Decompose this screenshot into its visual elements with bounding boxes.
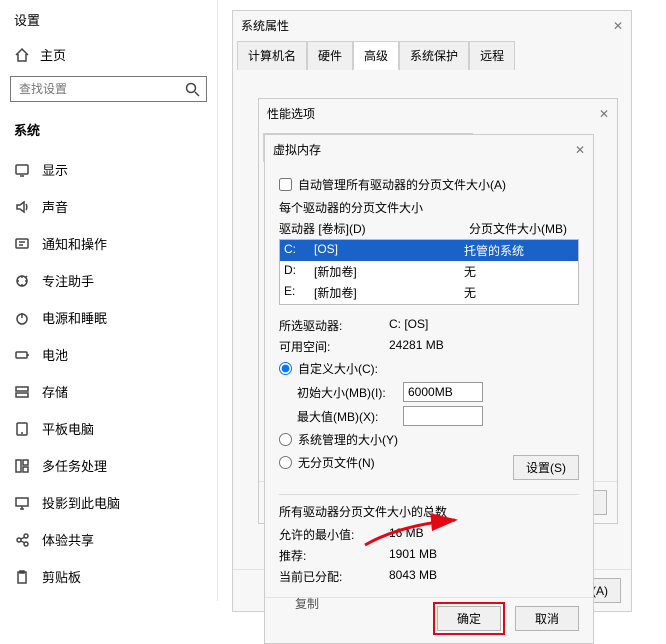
battery-icon (14, 347, 30, 363)
sidebar-item-share[interactable]: 体验共享 (10, 521, 207, 558)
drive-row[interactable]: E:[新加卷]无 (280, 282, 578, 303)
auto-manage-checkbox-row[interactable]: 自动管理所有驱动器的分页文件大小(A) (279, 172, 579, 199)
max-size-input[interactable] (403, 406, 483, 426)
free-space-value: 24281 MB (389, 338, 444, 355)
drive-row[interactable]: D:[新加卷]无 (280, 261, 578, 282)
sysprops-title: 系统属性 (241, 17, 289, 34)
auto-manage-checkbox[interactable] (279, 178, 292, 191)
min-allowed-value: 16 MB (389, 526, 424, 543)
initial-size-label: 初始大小(MB)(I): (297, 384, 397, 401)
radio-system-managed[interactable]: 系统管理的大小(Y) (279, 428, 579, 451)
initial-size-input[interactable] (403, 382, 483, 402)
sidebar-item-power[interactable]: 电源和睡眠 (10, 299, 207, 336)
search-icon (184, 81, 200, 97)
tablet-icon (14, 421, 30, 437)
sidebar-item-battery[interactable]: 电池 (10, 336, 207, 373)
tab-2[interactable]: 高级 (353, 41, 399, 70)
sound-icon (14, 199, 30, 215)
drive-list-header: 驱动器 [卷标](D) 分页文件大小(MB) (279, 218, 579, 239)
focus-icon (14, 273, 30, 289)
sidebar-item-label: 平板电脑 (42, 419, 94, 438)
sidebar-item-storage[interactable]: 存储 (10, 373, 207, 410)
max-size-label: 最大值(MB)(X): (297, 408, 397, 425)
close-icon[interactable]: ✕ (599, 107, 609, 121)
tab-1[interactable]: 硬件 (307, 41, 353, 70)
sidebar-item-label: 剪贴板 (42, 567, 81, 586)
sidebar-item-multitask[interactable]: 多任务处理 (10, 447, 207, 484)
settings-search[interactable] (10, 76, 207, 102)
sidebar-item-remote[interactable]: 远程桌面 (10, 595, 207, 601)
totals-caption: 所有驱动器分页文件大小的总数 (279, 501, 579, 524)
sidebar-item-label: 电源和睡眠 (42, 308, 107, 327)
clipboard-icon (14, 569, 30, 585)
radio-custom-input[interactable] (279, 362, 292, 375)
close-icon[interactable]: ✕ (613, 19, 623, 33)
tab-4[interactable]: 远程 (469, 41, 515, 70)
vmem-ok-button[interactable]: 确定 (437, 606, 501, 631)
tab-3[interactable]: 系统保护 (399, 41, 469, 70)
home-icon (14, 47, 30, 63)
sidebar-item-sound[interactable]: 声音 (10, 188, 207, 225)
sidebar-item-display[interactable]: 显示 (10, 151, 207, 188)
radio-no-paging[interactable]: 无分页文件(N) (279, 451, 375, 474)
auto-manage-label: 自动管理所有驱动器的分页文件大小(A) (298, 176, 506, 193)
settings-system-heading: 系统 (10, 116, 207, 151)
recommended-label: 推荐: (279, 547, 389, 564)
vmem-title: 虚拟内存 (273, 141, 321, 158)
sidebar-item-label: 显示 (42, 160, 68, 179)
storage-icon (14, 384, 30, 400)
radio-custom-size[interactable]: 自定义大小(C): (279, 357, 579, 380)
copy-stub: 复制 (295, 595, 319, 612)
settings-home[interactable]: 主页 (10, 39, 207, 76)
sidebar-item-label: 存储 (42, 382, 68, 401)
power-icon (14, 310, 30, 326)
multitask-icon (14, 458, 30, 474)
notify-icon (14, 236, 30, 252)
drive-row[interactable]: C:[OS]托管的系统 (280, 240, 578, 261)
recommended-value: 1901 MB (389, 547, 437, 564)
sidebar-item-project[interactable]: 投影到此电脑 (10, 484, 207, 521)
settings-panel: 设置 主页 系统 显示声音通知和操作专注助手电源和睡眠电池存储平板电脑多任务处理… (0, 0, 218, 601)
selected-drive-value: C: [OS] (389, 317, 428, 334)
selected-drive-label: 所选驱动器: (279, 317, 389, 334)
sidebar-item-label: 专注助手 (42, 271, 94, 290)
current-alloc-label: 当前已分配: (279, 568, 389, 585)
close-icon[interactable]: ✕ (575, 143, 585, 157)
sidebar-item-notify[interactable]: 通知和操作 (10, 225, 207, 262)
display-icon (14, 162, 30, 178)
per-drive-caption: 每个驱动器的分页文件大小 (279, 199, 579, 218)
radio-none-input[interactable] (279, 456, 292, 469)
settings-home-label: 主页 (40, 45, 66, 64)
virtual-memory-dialog: 虚拟内存 ✕ 自动管理所有驱动器的分页文件大小(A) 每个驱动器的分页文件大小 … (264, 134, 594, 644)
sidebar-item-label: 体验共享 (42, 530, 94, 549)
sidebar-item-label: 通知和操作 (42, 234, 107, 253)
sidebar-item-tablet[interactable]: 平板电脑 (10, 410, 207, 447)
current-alloc-value: 8043 MB (389, 568, 437, 585)
sidebar-item-clipboard[interactable]: 剪贴板 (10, 558, 207, 595)
perfopts-title: 性能选项 (267, 105, 315, 122)
sidebar-item-focus[interactable]: 专注助手 (10, 262, 207, 299)
min-allowed-label: 允许的最小值: (279, 526, 389, 543)
sidebar-item-label: 声音 (42, 197, 68, 216)
settings-app-title: 设置 (10, 10, 207, 39)
sysprops-tabs: 计算机名硬件高级系统保护远程 (233, 40, 631, 69)
share-icon (14, 532, 30, 548)
drive-list[interactable]: C:[OS]托管的系统D:[新加卷]无E:[新加卷]无 (279, 239, 579, 305)
radio-system-input[interactable] (279, 433, 292, 446)
tab-0[interactable]: 计算机名 (237, 41, 307, 70)
vmem-cancel-button[interactable]: 取消 (515, 606, 579, 631)
sidebar-item-label: 多任务处理 (42, 456, 107, 475)
project-icon (14, 495, 30, 511)
set-button[interactable]: 设置(S) (513, 455, 579, 480)
search-input[interactable] (17, 81, 184, 97)
sidebar-item-label: 投影到此电脑 (42, 493, 120, 512)
free-space-label: 可用空间: (279, 338, 389, 355)
sidebar-item-label: 电池 (42, 345, 68, 364)
